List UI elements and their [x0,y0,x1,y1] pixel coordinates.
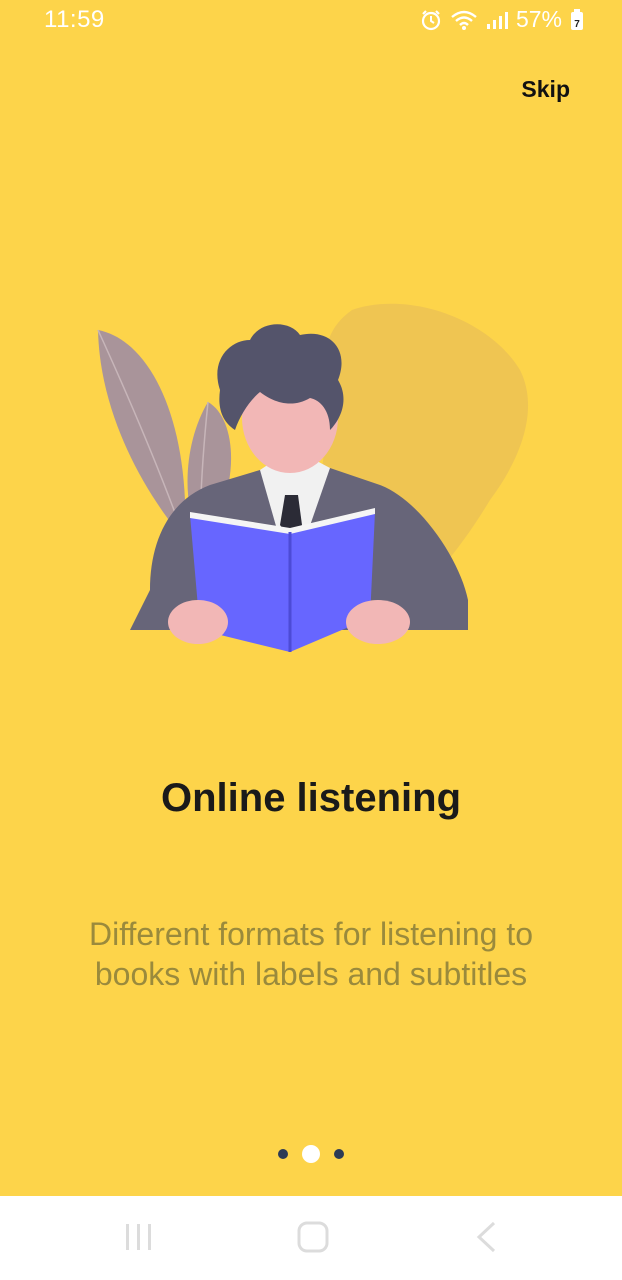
page-indicator [0,1143,622,1165]
page-dot-3[interactable] [334,1149,344,1159]
battery-percent: 57% [515,6,562,32]
system-nav-bar [0,1196,622,1280]
man-reading-book-illustration [90,300,550,680]
onboarding-title: Online listening [160,776,462,820]
battery-badge: 7 [574,19,580,30]
alarm-icon [420,9,442,31]
back-icon[interactable] [474,1220,498,1259]
status-bar: 11:59 57% 7 [0,0,622,40]
skip-button[interactable]: Skip [521,76,570,103]
wifi-icon [450,9,478,31]
right-hand [346,600,410,644]
status-time: 11:59 [44,6,105,33]
page-dot-2-active[interactable] [302,1145,320,1163]
status-icons: 57% 7 [420,6,584,33]
home-icon[interactable] [296,1220,330,1259]
leaf-large [98,330,186,540]
left-hand [168,600,228,644]
battery-icon: 7 [570,8,584,31]
onboarding-description: Different formats for listening to books… [88,916,534,992]
signal-icon [486,9,508,31]
onboarding-screen: 11:59 57% 7 Skip Online listening Differ… [0,0,622,1196]
recent-apps-icon[interactable] [124,1220,154,1259]
page-dot-1[interactable] [278,1149,288,1159]
